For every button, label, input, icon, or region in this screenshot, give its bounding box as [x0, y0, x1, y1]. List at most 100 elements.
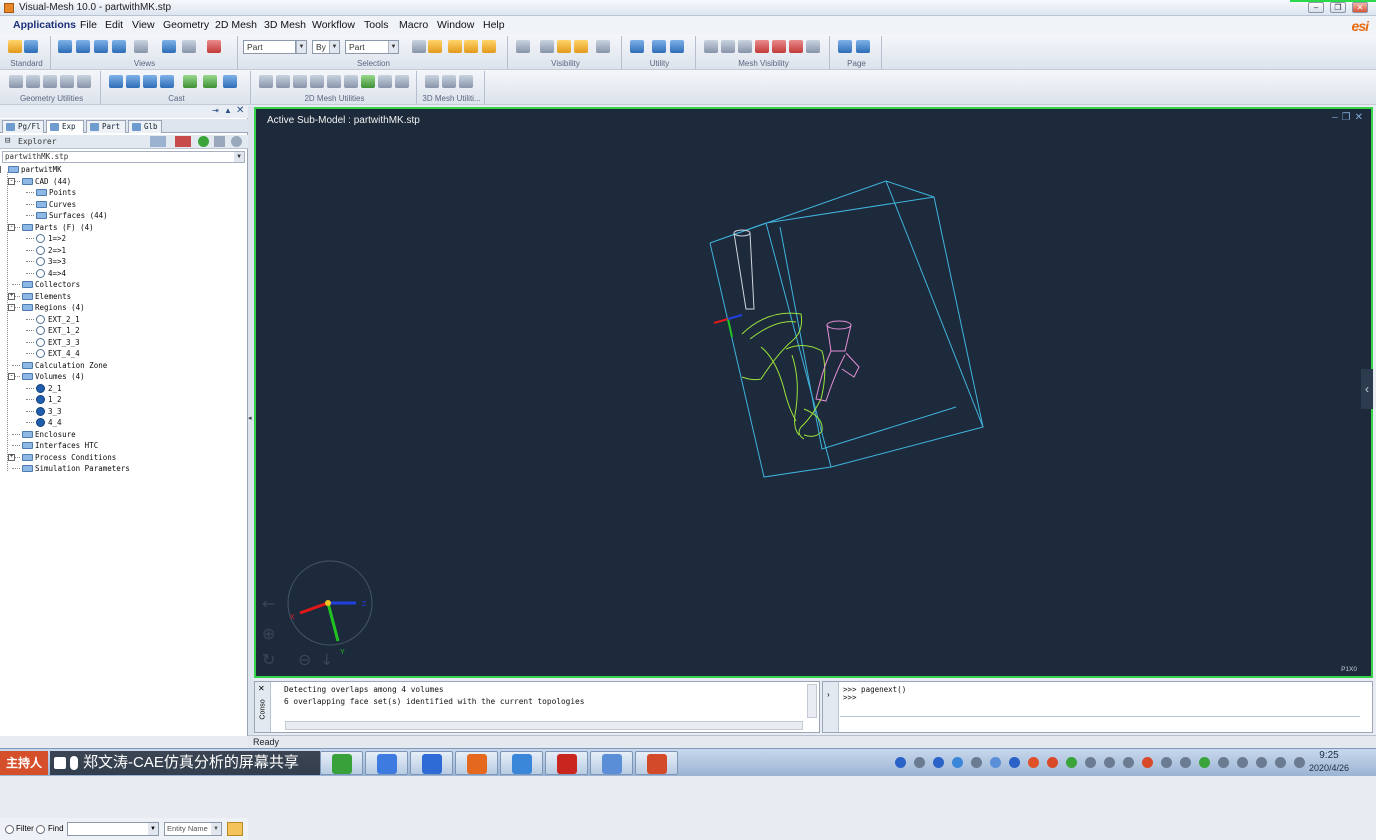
view-iso-icon[interactable]: [112, 40, 126, 53]
command-input[interactable]: [840, 716, 1360, 731]
collapse-toggle-icon[interactable]: -: [8, 223, 15, 231]
command-expand-icon[interactable]: ›: [827, 690, 830, 699]
collapse-toggle-icon[interactable]: -: [0, 166, 1, 173]
cast-2-icon[interactable]: [126, 75, 140, 88]
tray-icon[interactable]: [990, 757, 1001, 768]
geo-util-5-icon[interactable]: [77, 75, 91, 88]
tray-icon[interactable]: [1028, 757, 1039, 768]
tree-item[interactable]: 2_1: [36, 383, 62, 394]
mesh-vis-4-icon[interactable]: [755, 40, 769, 53]
tree-item[interactable]: 4=>4: [36, 268, 66, 279]
command-side-tab[interactable]: ›: [823, 682, 839, 732]
mesh2d-2-icon[interactable]: [276, 75, 290, 88]
clock-time[interactable]: 9:25: [1300, 750, 1358, 761]
mesh-vis-2-icon[interactable]: [721, 40, 735, 53]
close-button[interactable]: ✕: [1352, 2, 1368, 13]
tray-icon[interactable]: [1161, 757, 1172, 768]
tree-item[interactable]: 4_4: [36, 417, 62, 428]
select-all-icon[interactable]: [412, 40, 426, 53]
rotate-left-icon[interactable]: ←: [262, 594, 275, 613]
mesh2d-7-icon[interactable]: [361, 75, 375, 88]
tree-item[interactable]: Regions (4): [22, 302, 85, 313]
hide-icon[interactable]: [574, 40, 588, 53]
collapse-arrow-icon[interactable]: ◂: [248, 414, 252, 422]
restore-button[interactable]: ❐: [1330, 2, 1346, 13]
tab-glb[interactable]: Glb: [128, 120, 162, 133]
mesh2d-9-icon[interactable]: [395, 75, 409, 88]
panel-pin-icon[interactable]: ⇥: [212, 106, 219, 115]
axis-orient-icon[interactable]: [134, 40, 148, 53]
cast-7-icon[interactable]: [223, 75, 237, 88]
save-icon[interactable]: [24, 40, 38, 53]
expand-toggle-icon[interactable]: +: [8, 453, 15, 461]
menu-workflow[interactable]: Workflow: [312, 19, 355, 31]
menu-3d-mesh[interactable]: 3D Mesh: [264, 19, 306, 31]
taskbar-app-button[interactable]: [410, 751, 453, 775]
tray-icon[interactable]: [971, 757, 982, 768]
tray-icon[interactable]: [914, 757, 925, 768]
view-side-icon[interactable]: [76, 40, 90, 53]
mesh-vis-7-icon[interactable]: [806, 40, 820, 53]
tree-item[interactable]: partwitMK: [8, 164, 62, 175]
tray-icon[interactable]: [1104, 757, 1115, 768]
grid-icon[interactable]: [670, 40, 684, 53]
tree-item[interactable]: EXT_2_1: [36, 314, 80, 325]
collapse-toggle-icon[interactable]: -: [8, 177, 15, 185]
mesh2d-1-icon[interactable]: [259, 75, 273, 88]
down-arrow-icon[interactable]: ↓: [320, 650, 333, 669]
tree-item[interactable]: Interfaces HTC: [22, 440, 98, 451]
layout-icon[interactable]: [652, 40, 666, 53]
mesh-vis-3-icon[interactable]: [738, 40, 752, 53]
mesh2d-6-icon[interactable]: [344, 75, 358, 88]
select-part-right[interactable]: Part ▼: [345, 40, 399, 54]
mesh-vis-6-icon[interactable]: [789, 40, 803, 53]
tray-icon[interactable]: [1199, 757, 1210, 768]
tree-item[interactable]: Simulation Parameters: [22, 463, 130, 474]
tree-item[interactable]: 3=>3: [36, 256, 66, 267]
tree-item[interactable]: Enclosure: [22, 429, 76, 440]
taskbar-app-button[interactable]: [590, 751, 633, 775]
panel-close-icon[interactable]: ✕: [236, 105, 244, 116]
show-icon[interactable]: [557, 40, 571, 53]
tree-item[interactable]: Curves: [36, 199, 76, 210]
tray-icon[interactable]: [1237, 757, 1248, 768]
console-vertical-scrollbar[interactable]: [807, 684, 817, 718]
menu-geometry[interactable]: Geometry: [163, 19, 209, 31]
measure-icon[interactable]: [630, 40, 644, 53]
mesh-vis-1-icon[interactable]: [704, 40, 718, 53]
console-horizontal-scrollbar[interactable]: [285, 721, 803, 730]
tree-item[interactable]: Volumes (4): [22, 371, 85, 382]
cast-4-icon[interactable]: [160, 75, 174, 88]
render-mode-icon[interactable]: [207, 40, 221, 53]
tray-icon[interactable]: [1009, 757, 1020, 768]
select-add-icon[interactable]: [448, 40, 462, 53]
tray-icon[interactable]: [1256, 757, 1267, 768]
zoom-in-icon[interactable]: ⊕: [262, 624, 275, 643]
menu-tools[interactable]: Tools: [364, 19, 389, 31]
tab-part[interactable]: Part: [86, 120, 126, 133]
side-collapse-arrow-icon[interactable]: ‹: [1361, 369, 1373, 409]
taskbar-app-button[interactable]: [320, 751, 363, 775]
zoom-out-icon[interactable]: ⊖: [298, 650, 311, 669]
cast-5-icon[interactable]: [183, 75, 197, 88]
tray-icon[interactable]: [1085, 757, 1096, 768]
cast-3-icon[interactable]: [143, 75, 157, 88]
tree-item[interactable]: 1=>2: [36, 233, 66, 244]
page-prev-icon[interactable]: [838, 40, 852, 53]
menu-view[interactable]: View: [132, 19, 155, 31]
tree-item[interactable]: 3_3: [36, 406, 62, 417]
mesh3d-3-icon[interactable]: [459, 75, 473, 88]
select-filter-icon[interactable]: [428, 40, 442, 53]
geo-util-4-icon[interactable]: [60, 75, 74, 88]
tree-item[interactable]: Elements: [22, 291, 71, 302]
tray-icon[interactable]: [952, 757, 963, 768]
tray-icon[interactable]: [933, 757, 944, 768]
visibility-tools-icon[interactable]: [596, 40, 610, 53]
collapse-toggle-icon[interactable]: -: [8, 373, 15, 380]
explorer-options-icon[interactable]: [214, 136, 225, 147]
explorer-filter-icon[interactable]: [150, 136, 166, 147]
find-button[interactable]: [227, 822, 243, 836]
tray-icon[interactable]: [895, 757, 906, 768]
cast-6-icon[interactable]: [203, 75, 217, 88]
tree-item[interactable]: Calculation Zone: [22, 360, 107, 371]
